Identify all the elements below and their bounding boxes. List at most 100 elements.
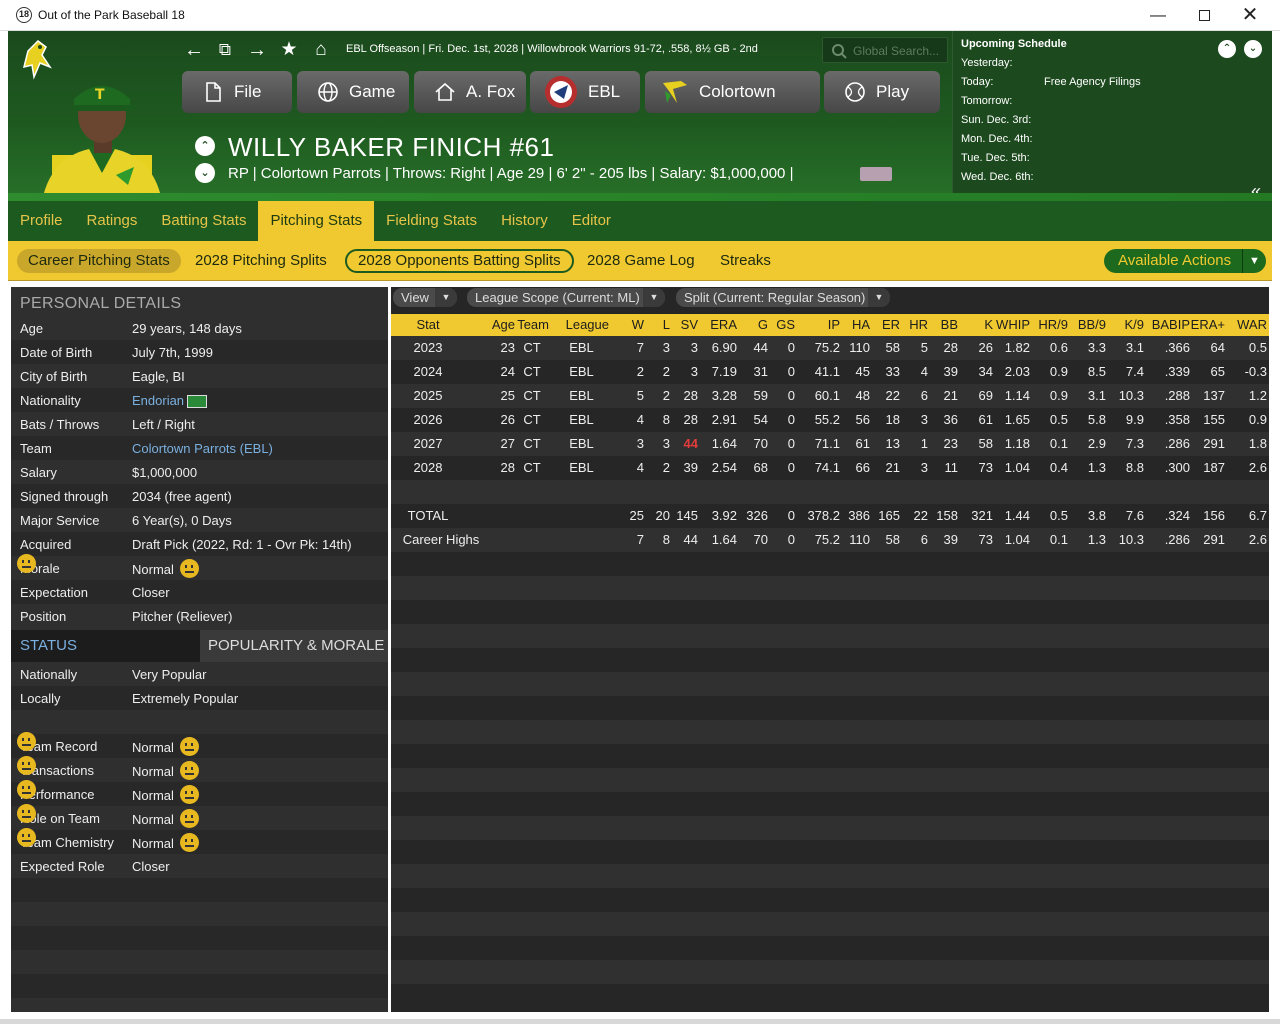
stats-row[interactable]: 2024 24 CT EBL 2 2 3 7.19 31 0 41.1 45 33 4 39 34 2.03 0.… xyxy=(391,360,1269,384)
schedule-down-button[interactable]: ⌄ xyxy=(1244,40,1262,58)
column-header[interactable]: L xyxy=(644,314,670,336)
next-player-button[interactable]: ⌄ xyxy=(195,163,215,183)
player-name: WILLY BAKER FINICH #61 xyxy=(228,132,555,162)
detail-label: Salary xyxy=(20,465,57,480)
detail-value: Normal xyxy=(132,833,199,854)
detail-row: Locally Extremely Popular xyxy=(11,686,388,710)
back-arrow-icon[interactable]: ← xyxy=(183,39,205,61)
split-dropdown[interactable]: Split (Current: Regular Season) ▼ xyxy=(676,288,890,307)
subtab-career-pitching-stats[interactable]: Career Pitching Stats xyxy=(17,249,181,273)
detail-label: Position xyxy=(20,609,67,624)
subtab-game-log[interactable]: 2028 Game Log xyxy=(576,249,706,273)
column-header[interactable]: BABIP xyxy=(1144,314,1190,336)
chevron-down-icon: ▼ xyxy=(435,288,457,307)
stats-cell: 55.2 xyxy=(814,412,840,427)
maximize-button[interactable] xyxy=(1181,0,1227,31)
column-header[interactable]: WAR xyxy=(1225,314,1267,336)
stats-cell: 4 xyxy=(636,460,644,475)
subtab-opponents-batting-splits[interactable]: 2028 Opponents Batting Splits xyxy=(345,249,574,273)
tab-pitching-stats[interactable]: Pitching Stats xyxy=(258,201,375,241)
detail-row: Nationality Endorian xyxy=(11,388,388,412)
stats-table-header: Stat Age Team League W L SV ERA G GS IP HA ER HR BB K WH… xyxy=(391,314,1269,336)
stats-row[interactable]: 2026 26 CT EBL 4 8 28 2.91 54 0 55.2 56 18 3 36 61 1.65 0… xyxy=(391,408,1269,432)
tab-batting-stats[interactable]: Batting Stats xyxy=(149,201,258,241)
stats-cell: 3 xyxy=(690,340,698,355)
star-icon[interactable]: ★ xyxy=(278,39,300,61)
column-header[interactable]: HR/9 xyxy=(1030,314,1068,336)
tab-history[interactable]: History xyxy=(489,201,560,241)
tab-status[interactable]: STATUS xyxy=(11,630,200,662)
schedule-value[interactable]: Free Agency Filings xyxy=(1044,76,1141,88)
stats-row[interactable]: TOTAL 25 20 145 3.92 326 0 378.2 386 165 22 158 321 1… xyxy=(391,504,1269,528)
stats-cell: 0.5 xyxy=(1049,508,1068,523)
stats-cell: 1.64 xyxy=(711,436,737,451)
global-search[interactable] xyxy=(822,37,948,63)
column-header[interactable]: ERA xyxy=(698,314,737,336)
tab-profile[interactable]: Profile xyxy=(8,201,75,241)
detail-value[interactable]: Colortown Parrots (EBL) xyxy=(132,441,273,456)
copy-icon[interactable]: ⧉ xyxy=(214,39,236,61)
column-header[interactable]: WHIP xyxy=(993,314,1030,336)
column-header[interactable]: BB/9 xyxy=(1068,314,1106,336)
column-header[interactable]: HR xyxy=(900,314,928,336)
close-button[interactable]: ✕ xyxy=(1227,0,1273,31)
stats-cell: 5 xyxy=(636,388,644,403)
column-header[interactable]: SV xyxy=(670,314,698,336)
tab-fielding-stats[interactable]: Fielding Stats xyxy=(374,201,489,241)
stats-cell: 0.6 xyxy=(1049,340,1068,355)
tab-ratings[interactable]: Ratings xyxy=(75,201,150,241)
menu-file-button[interactable]: File xyxy=(182,71,292,113)
stats-cell: 36 xyxy=(943,412,958,427)
stats-cell: 1 xyxy=(920,436,928,451)
stats-row[interactable]: Career Highs 7 8 44 1.64 70 0 75.2 110 58 6 39 73 1.0… xyxy=(391,528,1269,552)
menu-game-button[interactable]: Game xyxy=(297,71,409,113)
column-header[interactable]: K xyxy=(958,314,993,336)
league-scope-dropdown[interactable]: League Scope (Current: ML) ▼ xyxy=(467,288,665,307)
home-icon[interactable]: ⌂ xyxy=(310,39,332,61)
column-header[interactable]: HA xyxy=(840,314,870,336)
column-header[interactable]: League xyxy=(554,314,609,336)
view-dropdown[interactable]: View ▼ xyxy=(393,288,457,307)
menu-league-button[interactable]: EBL xyxy=(530,71,640,113)
schedule-up-button[interactable]: ⌃ xyxy=(1218,40,1236,58)
column-header[interactable]: ER xyxy=(870,314,900,336)
menu-team-button[interactable]: Colortown xyxy=(645,71,820,113)
stats-row[interactable]: 2028 28 CT EBL 4 2 39 2.54 68 0 74.1 66 21 3 11 73 1.04 0… xyxy=(391,456,1269,480)
forward-arrow-icon[interactable]: → xyxy=(246,39,268,61)
stats-row[interactable]: 2025 25 CT EBL 5 2 28 3.28 59 0 60.1 48 22 6 21 69 1.14 0… xyxy=(391,384,1269,408)
column-header[interactable]: ERA+ xyxy=(1190,314,1225,336)
column-header[interactable]: W xyxy=(615,314,644,336)
collapse-panel-icon[interactable]: « xyxy=(1251,181,1261,201)
stats-cell xyxy=(795,480,840,504)
stats-cell: TOTAL xyxy=(407,508,449,523)
column-header[interactable]: GS xyxy=(768,314,795,336)
stats-row[interactable] xyxy=(391,480,1269,504)
tab-editor[interactable]: Editor xyxy=(560,201,623,241)
minimize-button[interactable]: — xyxy=(1135,0,1181,31)
column-header[interactable]: IP xyxy=(795,314,840,336)
window-title: Out of the Park Baseball 18 xyxy=(38,8,185,22)
subtab-streaks[interactable]: Streaks xyxy=(709,249,782,273)
column-header[interactable]: Stat xyxy=(399,314,457,336)
subtab-pitching-splits[interactable]: 2028 Pitching Splits xyxy=(184,249,338,273)
menu-play-button[interactable]: Play xyxy=(824,71,940,113)
column-header[interactable]: K/9 xyxy=(1106,314,1144,336)
global-search-input[interactable] xyxy=(853,42,945,60)
available-actions-button[interactable]: Available Actions ▼ xyxy=(1104,249,1266,273)
stats-row[interactable]: 2023 23 CT EBL 7 3 3 6.90 44 0 75.2 110 58 5 28 26 1.82 0… xyxy=(391,336,1269,360)
chevron-down-icon[interactable]: ▼ xyxy=(1242,249,1266,273)
neutral-face-icon xyxy=(17,756,36,775)
column-header[interactable]: Age xyxy=(487,314,515,336)
stats-cell: 28 xyxy=(683,412,698,427)
stats-cell: 3 xyxy=(636,436,644,451)
detail-value[interactable]: Endorian xyxy=(132,393,184,408)
column-header[interactable]: BB xyxy=(928,314,958,336)
tab-popularity-morale[interactable]: POPULARITY & MORALE xyxy=(200,630,388,662)
stats-cell: 3.28 xyxy=(711,388,737,403)
stats-row[interactable]: 2027 27 CT EBL 3 3 44 1.64 70 0 71.1 61 13 1 23 58 1.18 0… xyxy=(391,432,1269,456)
column-header[interactable]: Team xyxy=(515,314,549,336)
stats-cell xyxy=(615,480,644,504)
column-header[interactable]: G xyxy=(737,314,768,336)
previous-player-button[interactable]: ⌃ xyxy=(195,136,215,156)
menu-manager-button[interactable]: A. Fox xyxy=(414,71,526,113)
